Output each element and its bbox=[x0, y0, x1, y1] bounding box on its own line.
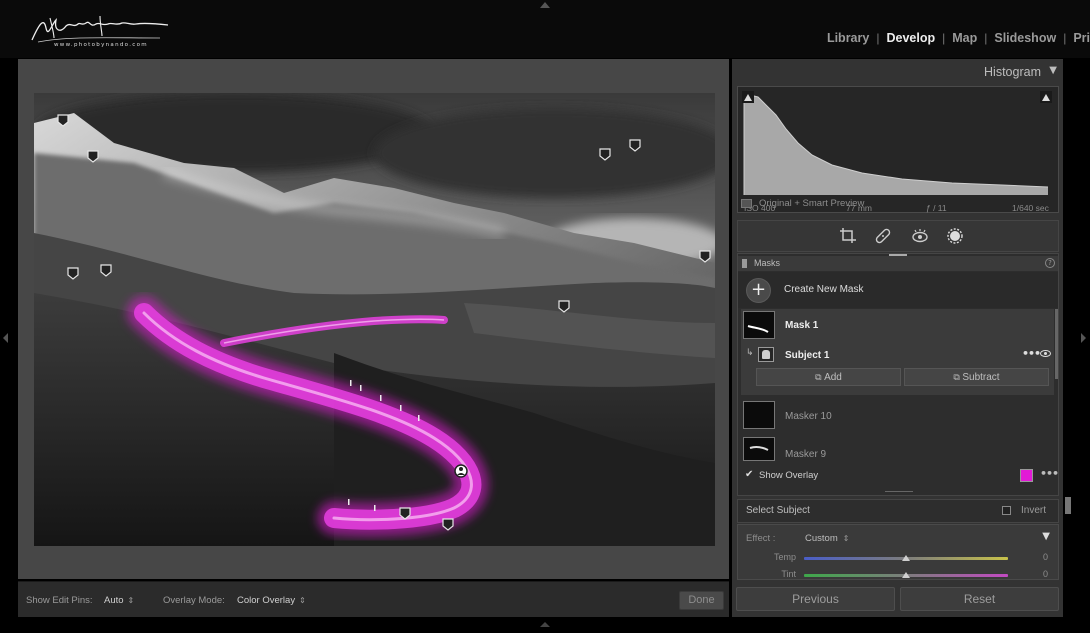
mask-effect-panel: Effect : Custom ⇕ ▼ Temp 0 Tint 0 bbox=[737, 524, 1059, 580]
right-panel: Histogram ▼ ISO 400 77 mm ƒ / 11 1/640 s… bbox=[732, 59, 1063, 617]
smart-preview-label: Original + Smart Preview bbox=[759, 198, 865, 209]
masks-scrollbar[interactable] bbox=[1055, 309, 1058, 379]
effect-label: Effect : bbox=[746, 533, 776, 544]
masks-title: Masks bbox=[754, 258, 781, 268]
masks-header[interactable]: Masks ? bbox=[738, 256, 1058, 271]
red-eye-icon[interactable] bbox=[911, 227, 929, 245]
temp-value[interactable]: 0 bbox=[1036, 552, 1048, 562]
mask-1-group[interactable]: Mask 1 ↳ Subject 1 ••• ⧉ Add ⧉ Subtract bbox=[741, 309, 1054, 395]
add-label: Add bbox=[824, 372, 842, 383]
masks-panel: Masks ? + Create New Mask Mask 1 ↳ Subje… bbox=[737, 253, 1059, 496]
show-overlay-label[interactable]: Show Overlay bbox=[759, 470, 818, 481]
collapse-triangle-icon[interactable]: ▼ bbox=[1049, 65, 1057, 76]
develop-tool-strip bbox=[737, 220, 1059, 252]
updown-caret-icon: ⇕ bbox=[842, 534, 850, 543]
mask-1-label[interactable]: Mask 1 bbox=[785, 320, 818, 331]
healing-bandage-icon[interactable] bbox=[874, 227, 892, 245]
select-subject-header[interactable]: Select Subject Invert bbox=[737, 499, 1059, 523]
add-icon: ⧉ bbox=[815, 372, 825, 382]
help-icon[interactable]: ? bbox=[1045, 258, 1055, 268]
right-panel-scrollbar[interactable] bbox=[1065, 497, 1071, 514]
previous-button[interactable]: Previous bbox=[736, 587, 895, 611]
filmstrip-toggle-arrow[interactable] bbox=[540, 622, 550, 627]
component-arrow-icon: ↳ bbox=[746, 348, 754, 358]
identity-plate-logo: www.photobynando.com bbox=[30, 14, 175, 56]
subtract-icon: ⧉ bbox=[953, 372, 963, 382]
create-new-mask-label: Create New Mask bbox=[784, 284, 864, 295]
masker-9-thumbnail[interactable] bbox=[743, 437, 775, 461]
effect-preset-select[interactable]: Custom ⇕ bbox=[805, 533, 849, 544]
logo-url: www.photobynando.com bbox=[54, 42, 148, 48]
landscape-photo[interactable] bbox=[34, 93, 715, 546]
effect-preset-value: Custom bbox=[805, 533, 838, 544]
masker-10-thumbnail[interactable] bbox=[743, 401, 775, 429]
add-button[interactable]: ⧉ Add bbox=[756, 368, 901, 386]
right-panel-toggle-arrow[interactable] bbox=[1081, 333, 1086, 343]
visibility-eye-icon[interactable] bbox=[1040, 350, 1051, 357]
signature-logo bbox=[31, 15, 169, 43]
histogram[interactable]: ISO 400 77 mm ƒ / 11 1/640 sec bbox=[737, 86, 1059, 213]
temp-slider-knob[interactable] bbox=[902, 555, 910, 561]
subject-mask-icon[interactable] bbox=[758, 347, 774, 362]
overlay-color-swatch[interactable] bbox=[1020, 469, 1033, 482]
subtract-label: Subtract bbox=[962, 372, 1000, 383]
tint-label: Tint bbox=[781, 569, 796, 579]
crop-icon[interactable] bbox=[839, 227, 857, 245]
overlay-options-icon[interactable]: ••• bbox=[1040, 467, 1058, 480]
overlay-mode-select[interactable]: Color Overlay ⇕ bbox=[237, 595, 306, 606]
tint-slider-knob[interactable] bbox=[902, 572, 910, 578]
updown-caret-icon: ⇕ bbox=[299, 596, 306, 605]
subject-1-label[interactable]: Subject 1 bbox=[785, 350, 829, 361]
module-library[interactable]: Library bbox=[820, 31, 876, 45]
tint-value[interactable]: 0 bbox=[1036, 569, 1048, 579]
module-print[interactable]: Pri bbox=[1066, 31, 1090, 45]
mask-1-thumbnail[interactable] bbox=[743, 311, 775, 339]
show-edit-pins-select[interactable]: Auto ⇕ bbox=[104, 595, 134, 606]
create-new-mask-button[interactable]: + bbox=[746, 278, 771, 303]
masker-10-label[interactable]: Masker 10 bbox=[785, 411, 832, 422]
image-view bbox=[18, 59, 729, 579]
image-toolbar: Show Edit Pins: Auto ⇕ Overlay Mode: Colo… bbox=[18, 581, 729, 617]
masking-icon[interactable] bbox=[946, 227, 964, 245]
show-overlay-row: ✔ Show Overlay ••• bbox=[738, 466, 1058, 486]
temp-label: Temp bbox=[773, 552, 796, 562]
panel-switch-icon[interactable] bbox=[742, 259, 747, 268]
subtract-button[interactable]: ⧉ Subtract bbox=[904, 368, 1049, 386]
module-bar: www.photobynando.com Library | Develop |… bbox=[0, 0, 1090, 58]
overlay-mode-label: Overlay Mode: bbox=[163, 595, 225, 606]
previous-reset-bar: Previous Reset bbox=[732, 587, 1063, 612]
histogram-header[interactable]: Histogram ▼ bbox=[732, 59, 1063, 86]
show-overlay-checkbox[interactable]: ✔ bbox=[745, 469, 753, 480]
panel-resize-grip-bottom[interactable] bbox=[885, 491, 913, 492]
smart-preview-status[interactable]: Original + Smart Preview bbox=[737, 195, 1059, 215]
collapse-top-panel-arrow[interactable] bbox=[540, 2, 550, 8]
module-develop[interactable]: Develop bbox=[879, 31, 942, 45]
smart-preview-icon bbox=[741, 199, 752, 208]
invert-label[interactable]: Invert bbox=[1021, 505, 1046, 516]
updown-caret-icon: ⇕ bbox=[127, 596, 135, 605]
histogram-graph[interactable] bbox=[742, 91, 1054, 197]
module-picker: Library | Develop | Map | Slideshow | Pr… bbox=[820, 31, 1090, 45]
more-options-icon[interactable]: ••• bbox=[1022, 347, 1041, 360]
photo-canvas[interactable] bbox=[34, 93, 715, 546]
reset-button[interactable]: Reset bbox=[900, 587, 1059, 611]
invert-checkbox[interactable] bbox=[1002, 506, 1011, 515]
histogram-title: Histogram bbox=[984, 65, 1041, 79]
selected-mask-pin bbox=[454, 464, 468, 478]
module-slideshow[interactable]: Slideshow bbox=[987, 31, 1063, 45]
module-map[interactable]: Map bbox=[945, 31, 984, 45]
create-new-mask-row[interactable]: + Create New Mask bbox=[738, 272, 1058, 308]
masker-9-label[interactable]: Masker 9 bbox=[785, 449, 826, 460]
select-subject-label: Select Subject bbox=[746, 505, 810, 516]
show-edit-pins-label: Show Edit Pins: bbox=[26, 595, 93, 606]
show-edit-pins-value: Auto bbox=[104, 595, 124, 606]
overlay-mode-value: Color Overlay bbox=[237, 595, 296, 606]
done-button[interactable]: Done bbox=[679, 591, 724, 610]
collapse-triangle-icon[interactable]: ▼ bbox=[1042, 531, 1050, 542]
left-panel-toggle-arrow[interactable] bbox=[3, 333, 8, 343]
